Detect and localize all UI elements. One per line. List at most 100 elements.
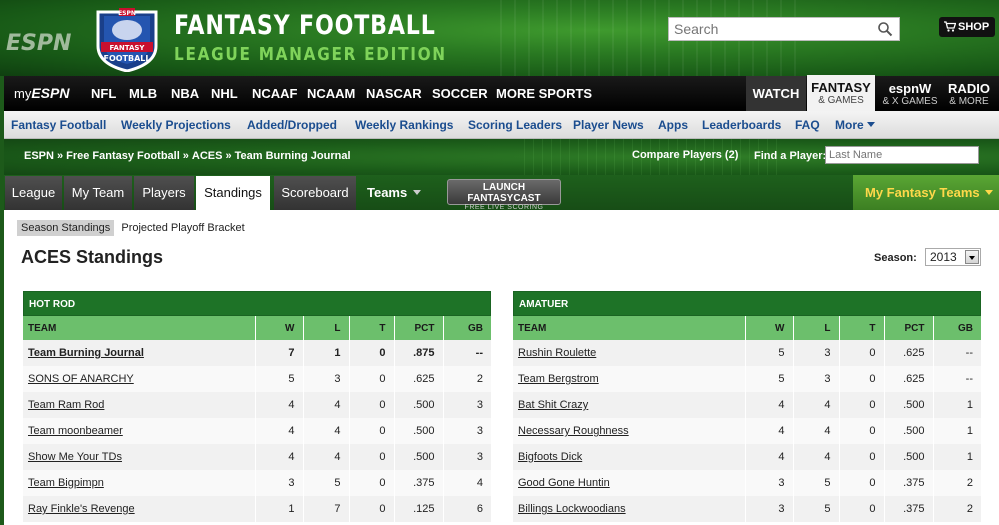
espn-logo[interactable]: ESPN bbox=[6, 31, 76, 53]
nav-espnw[interactable]: espnW & X GAMES bbox=[880, 76, 940, 111]
team-link[interactable]: Team Bigpimpn bbox=[28, 477, 104, 489]
league-tabs: League My Team Players Standings Scorebo… bbox=[4, 175, 999, 211]
ties-cell: 0 bbox=[349, 418, 395, 444]
losses-cell: 4 bbox=[303, 444, 350, 470]
compare-players-link[interactable]: Compare Players (2) bbox=[632, 149, 738, 161]
subtab-season-standings[interactable]: Season Standings bbox=[17, 220, 115, 236]
site-header: ESPN ESPN FANTASY FOOTBALL FANTASY FOOTB… bbox=[0, 0, 999, 76]
subnav-faq[interactable]: FAQ bbox=[795, 118, 820, 132]
search-input[interactable] bbox=[669, 18, 874, 40]
nav-soccer[interactable]: SOCCER bbox=[432, 86, 488, 101]
tab-standings[interactable]: Standings bbox=[196, 176, 270, 210]
ties-cell: 0 bbox=[349, 496, 395, 522]
subnav-leaderboards[interactable]: Leaderboards bbox=[702, 118, 781, 132]
nav-ncaam[interactable]: NCAAM bbox=[307, 86, 355, 101]
subnav-weekly-rankings[interactable]: Weekly Rankings bbox=[355, 118, 453, 132]
tab-scoreboard[interactable]: Scoreboard bbox=[274, 176, 356, 210]
team-link[interactable]: Team moonbeamer bbox=[28, 425, 123, 437]
team-link[interactable]: Bat Shit Crazy bbox=[518, 399, 588, 411]
season-select[interactable]: 2013 bbox=[925, 248, 981, 266]
table-row: Necessary Roughness 4 4 0 .500 1 bbox=[513, 418, 981, 444]
team-link[interactable]: Rushin Roulette bbox=[518, 347, 596, 359]
nav-nfl[interactable]: NFL bbox=[91, 86, 116, 101]
gb-cell: 1 bbox=[933, 444, 981, 470]
losses-cell: 4 bbox=[793, 418, 840, 444]
subnav-player-news[interactable]: Player News bbox=[573, 118, 644, 132]
breadcrumb-espn[interactable]: ESPN bbox=[24, 150, 54, 162]
fantasy-subnav: Fantasy Football Weekly Projections Adde… bbox=[4, 111, 999, 139]
team-link[interactable]: Good Gone Huntin bbox=[518, 477, 610, 489]
breadcrumb-free-fantasy-football[interactable]: Free Fantasy Football bbox=[66, 150, 180, 162]
standings-content: Season Standings Projected Playoff Brack… bbox=[4, 210, 999, 525]
breadcrumb-league[interactable]: ACES bbox=[192, 150, 223, 162]
subnav-weekly-projections[interactable]: Weekly Projections bbox=[121, 118, 231, 132]
team-link[interactable]: Ray Finkle's Revenge bbox=[28, 503, 135, 515]
ties-cell: 0 bbox=[839, 496, 885, 522]
pct-cell: .125 bbox=[394, 496, 444, 522]
division-table-hot-rod: HOT ROD TEAM W L T PCT GB Team Burning J… bbox=[23, 291, 491, 522]
find-player-input[interactable] bbox=[825, 146, 979, 164]
subnav-added-dropped[interactable]: Added/Dropped bbox=[247, 118, 337, 132]
losses-cell: 7 bbox=[303, 496, 350, 522]
tab-teams[interactable]: Teams bbox=[367, 176, 422, 210]
nav-more-sports[interactable]: MORE SPORTS bbox=[496, 86, 592, 101]
nav-watch[interactable]: WATCH bbox=[746, 76, 806, 111]
nav-fantasy-label: FANTASY bbox=[811, 80, 871, 95]
table-row: Rushin Roulette 5 3 0 .625 -- bbox=[513, 340, 981, 366]
launch-fantasycast-button[interactable]: LAUNCH FANTASYCAST FREE LIVE SCORING bbox=[447, 179, 561, 211]
team-link[interactable]: Show Me Your TDs bbox=[28, 451, 122, 463]
column-header-team: TEAM bbox=[513, 316, 746, 340]
fantasy-football-badge-icon[interactable]: ESPN FANTASY FOOTBALL bbox=[90, 6, 164, 72]
team-link[interactable]: Team Burning Journal bbox=[28, 347, 144, 359]
division-header: AMATUER bbox=[513, 291, 981, 316]
wins-cell: 4 bbox=[255, 418, 304, 444]
tab-players[interactable]: Players bbox=[134, 176, 194, 210]
team-link[interactable]: Necessary Roughness bbox=[518, 425, 629, 437]
losses-cell: 4 bbox=[793, 444, 840, 470]
nav-fantasy[interactable]: FANTASY & GAMES bbox=[807, 75, 875, 111]
my-espn-brand: ESPN bbox=[31, 85, 70, 101]
team-link[interactable]: Billings Lockwoodians bbox=[518, 503, 626, 515]
wins-cell: 4 bbox=[255, 392, 304, 418]
pct-cell: .375 bbox=[394, 470, 444, 496]
nav-nascar[interactable]: NASCAR bbox=[366, 86, 422, 101]
ties-cell: 0 bbox=[349, 444, 395, 470]
season-value: 2013 bbox=[930, 250, 957, 264]
shop-button[interactable]: SHOP bbox=[939, 17, 995, 37]
subnav-scoring-leaders[interactable]: Scoring Leaders bbox=[468, 118, 562, 132]
tab-my-team[interactable]: My Team bbox=[64, 176, 132, 210]
season-label: Season: bbox=[874, 252, 917, 264]
page-title: ACES Standings bbox=[21, 247, 164, 267]
losses-cell: 5 bbox=[793, 470, 840, 496]
chevron-down-icon bbox=[965, 250, 979, 264]
team-link[interactable]: Team Ram Rod bbox=[28, 399, 104, 411]
subnav-apps[interactable]: Apps bbox=[658, 118, 688, 132]
nav-mlb[interactable]: MLB bbox=[129, 86, 157, 101]
my-fantasy-teams-dropdown[interactable]: My Fantasy Teams bbox=[853, 175, 999, 210]
subtab-playoff-bracket[interactable]: Projected Playoff Bracket bbox=[117, 220, 248, 236]
table-row: Good Gone Huntin 3 5 0 .375 2 bbox=[513, 470, 981, 496]
my-fantasy-teams-label: My Fantasy Teams bbox=[865, 185, 980, 200]
wins-cell: 1 bbox=[255, 496, 304, 522]
search-icon[interactable] bbox=[877, 21, 893, 37]
team-link[interactable]: Team Bergstrom bbox=[518, 373, 599, 385]
gb-cell: 3 bbox=[443, 392, 491, 418]
tab-league[interactable]: League bbox=[5, 176, 62, 210]
column-header-pct: PCT bbox=[884, 316, 934, 340]
team-link[interactable]: SONS OF ANARCHY bbox=[28, 373, 134, 385]
team-link[interactable]: Bigfoots Dick bbox=[518, 451, 582, 463]
wins-cell: 3 bbox=[745, 496, 794, 522]
ties-cell: 0 bbox=[349, 366, 395, 392]
wins-cell: 3 bbox=[255, 470, 304, 496]
subnav-fantasy-football[interactable]: Fantasy Football bbox=[11, 118, 106, 132]
nav-nhl[interactable]: NHL bbox=[211, 86, 238, 101]
column-header-gb: GB bbox=[443, 316, 491, 340]
losses-cell: 4 bbox=[303, 392, 350, 418]
my-espn-link[interactable]: myESPN bbox=[14, 85, 69, 101]
subnav-more[interactable]: More bbox=[835, 118, 875, 132]
nav-ncaaf[interactable]: NCAAF bbox=[252, 86, 298, 101]
nav-nba[interactable]: NBA bbox=[171, 86, 199, 101]
losses-cell: 5 bbox=[303, 470, 350, 496]
breadcrumb-separator: » bbox=[225, 150, 232, 162]
nav-radio[interactable]: RADIO & MORE bbox=[944, 76, 994, 111]
